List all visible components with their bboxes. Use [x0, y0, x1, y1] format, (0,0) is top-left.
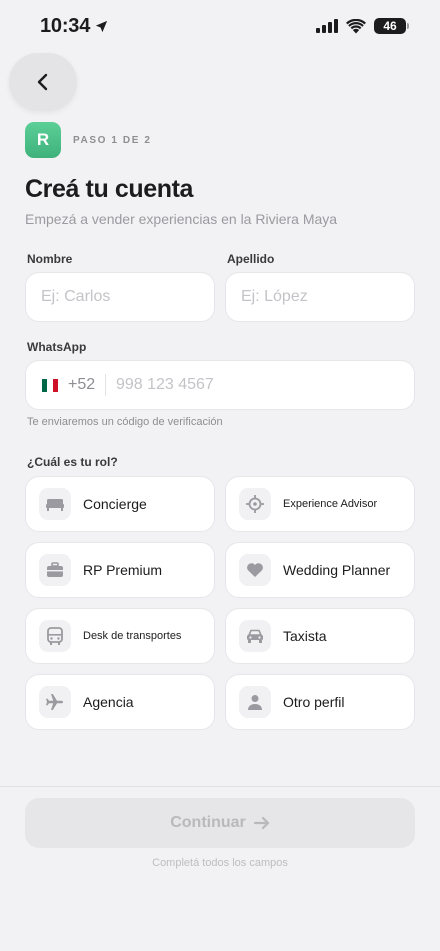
role-desk-de-transportes[interactable]: Desk de transportes [25, 608, 215, 664]
whatsapp-field[interactable]: +52 [25, 360, 415, 410]
app-logo: R [25, 122, 61, 158]
roles-grid: Concierge Experience Advisor RP Premium … [25, 476, 415, 730]
continue-label: Continuar [170, 814, 246, 831]
nombre-field[interactable] [25, 272, 215, 322]
role-label: Desk de transportes [83, 630, 182, 642]
apellido-label: Apellido [227, 252, 275, 266]
role-label: Otro perfil [283, 694, 345, 710]
continue-button[interactable]: Continuar [25, 798, 415, 848]
battery-level: 46 [383, 19, 397, 33]
bus-icon [39, 620, 71, 652]
role-otro-perfil[interactable]: Otro perfil [225, 674, 415, 730]
role-concierge[interactable]: Concierge [25, 476, 215, 532]
cellular-signal-icon [316, 19, 338, 33]
person-icon [239, 686, 271, 718]
location-arrow-icon [96, 20, 108, 32]
footer-divider [0, 786, 440, 787]
status-icons: 46 [316, 18, 409, 34]
role-label: Taxista [283, 628, 327, 644]
roles-label: ¿Cuál es tu rol? [27, 455, 118, 469]
car-icon [239, 620, 271, 652]
role-agencia[interactable]: Agencia [25, 674, 215, 730]
brand-row: R PASO 1 DE 2 [25, 122, 152, 158]
whatsapp-input[interactable] [115, 376, 414, 394]
briefcase-icon [39, 554, 71, 586]
role-experience-advisor[interactable]: Experience Advisor [225, 476, 415, 532]
airplane-icon [39, 686, 71, 718]
apellido-input[interactable] [241, 288, 399, 306]
role-label: RP Premium [83, 562, 163, 578]
role-taxista[interactable]: Taxista [225, 608, 415, 664]
bed-icon [39, 488, 71, 520]
role-label: Wedding Planner [283, 562, 391, 578]
step-indicator: PASO 1 DE 2 [73, 134, 152, 146]
wifi-icon [346, 18, 366, 33]
heart-icon [239, 554, 271, 586]
battery-icon: 46 [374, 18, 409, 34]
arrow-right-icon [253, 816, 269, 830]
whatsapp-label: WhatsApp [27, 340, 87, 354]
nombre-label: Nombre [27, 252, 73, 266]
target-icon [239, 488, 271, 520]
mexico-flag-icon[interactable] [42, 378, 59, 392]
status-bar: 10:34 46 [0, 0, 440, 52]
apellido-field[interactable] [225, 272, 415, 322]
whatsapp-hint: Te enviaremos un código de verificación [27, 416, 223, 428]
footer-note: Completá todos los campos [152, 857, 288, 869]
country-code[interactable]: +52 [68, 376, 95, 394]
page-title: Creá tu cuenta [25, 175, 194, 203]
role-label: Experience Advisor [283, 498, 378, 510]
role-wedding-planner[interactable]: Wedding Planner [225, 542, 415, 598]
chevron-left-icon [37, 73, 48, 91]
page-subtitle: Empezá a vender experiencias en la Rivie… [25, 211, 338, 227]
divider [105, 374, 106, 396]
role-label: Agencia [83, 694, 134, 710]
role-label: Concierge [83, 496, 147, 512]
time-text: 10:34 [40, 14, 91, 37]
clock: 10:34 [40, 15, 109, 38]
nombre-input[interactable] [41, 288, 199, 306]
back-button[interactable] [9, 53, 77, 111]
role-rp-premium[interactable]: RP Premium [25, 542, 215, 598]
